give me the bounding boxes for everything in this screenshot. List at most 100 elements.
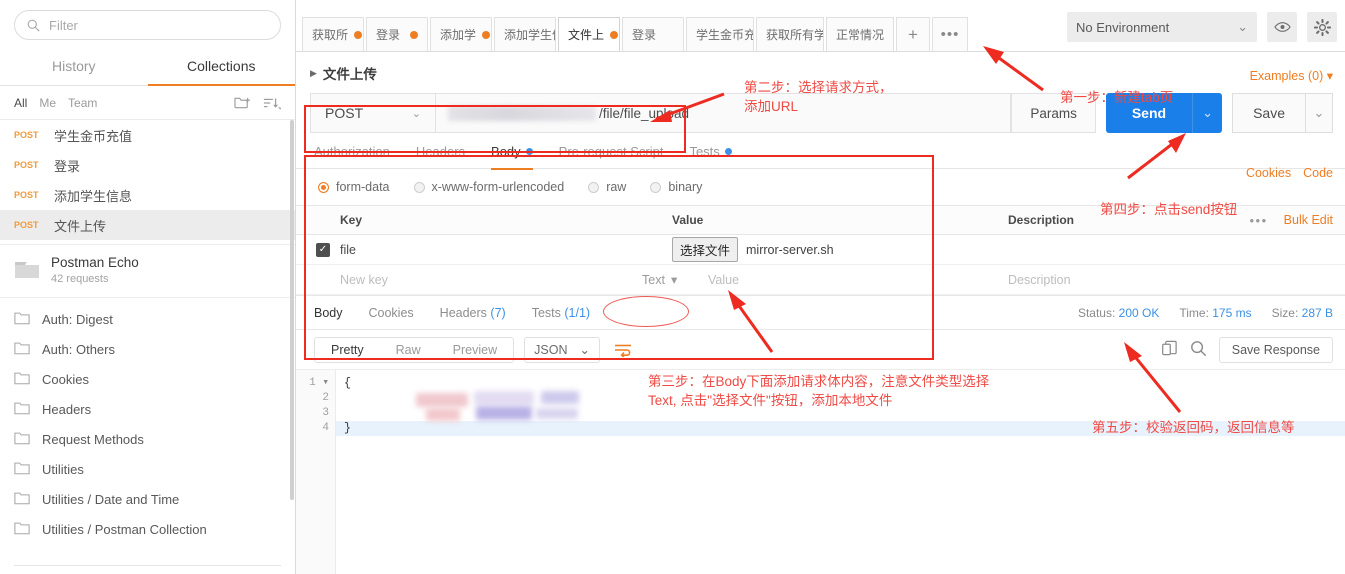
eye-icon[interactable]: [1267, 12, 1297, 42]
send-options-button[interactable]: ⌄: [1192, 93, 1223, 133]
chevron-down-icon: ▾: [1326, 69, 1333, 83]
request-name: 登录: [54, 158, 81, 174]
format-label: JSON: [534, 342, 568, 357]
list-item-selected[interactable]: POST 文件上传: [0, 210, 295, 240]
list-item[interactable]: POST 学生金币充值: [0, 120, 295, 150]
copy-icon[interactable]: [1161, 340, 1178, 360]
list-item[interactable]: Request Methods: [0, 424, 295, 454]
request-tab[interactable]: 学生金币充值: [686, 17, 754, 51]
list-item[interactable]: Auth: Others: [0, 334, 295, 364]
response-toolbar: Pretty Raw Preview JSON ⌄ Save Response: [296, 329, 1345, 369]
request-tab[interactable]: 正常情况: [826, 17, 894, 51]
request-tab[interactable]: 登录: [622, 17, 684, 51]
format-select[interactable]: JSON ⌄: [524, 336, 600, 363]
scope-team[interactable]: Team: [68, 96, 97, 110]
sort-icon[interactable]: [263, 96, 281, 110]
response-tab-tests[interactable]: Tests (1/1): [532, 306, 590, 320]
request-tab[interactable]: 添加学生信息: [494, 17, 556, 51]
search-input[interactable]: Filter: [14, 10, 281, 40]
save-options-button[interactable]: ⌄: [1305, 93, 1333, 133]
request-tab[interactable]: 添加学: [430, 17, 492, 51]
row-key[interactable]: file: [340, 243, 672, 257]
tab-pre-request-script[interactable]: Pre-request Script: [559, 144, 664, 170]
filter-container: Filter: [0, 0, 295, 49]
request-tab-label: 添加学生信息: [504, 28, 555, 42]
list-item[interactable]: Utilities: [0, 454, 295, 484]
tab-more-button[interactable]: •••: [932, 17, 968, 51]
view-mode-preview[interactable]: Preview: [436, 337, 514, 362]
send-button[interactable]: Send: [1105, 93, 1193, 133]
folder-label: Utilities / Date and Time: [42, 491, 180, 507]
chevron-down-icon: ▾: [670, 273, 678, 287]
radio-icon: [650, 181, 662, 193]
size-value: 287 B: [1301, 305, 1333, 320]
list-item[interactable]: POST 添加学生信息: [0, 180, 295, 210]
fold-caret-icon[interactable]: ▾: [322, 377, 329, 389]
save-button[interactable]: Save: [1232, 93, 1305, 133]
method-select[interactable]: POST ⌄: [310, 93, 435, 133]
response-code[interactable]: { }: [336, 370, 1345, 574]
tab-tests[interactable]: Tests: [689, 144, 732, 170]
tab-headers[interactable]: Headers: [416, 144, 465, 170]
environment-select[interactable]: No Environment ⌄: [1067, 12, 1257, 42]
radio-label: form-data: [336, 180, 390, 194]
list-item[interactable]: Headers: [0, 394, 295, 424]
code-link[interactable]: Code: [1303, 166, 1333, 180]
radio-x-www-form-urlencoded[interactable]: x-www-form-urlencoded: [413, 180, 564, 194]
scope-me[interactable]: Me: [39, 96, 56, 110]
radio-form-data[interactable]: form-data: [318, 180, 390, 194]
search-icon[interactable]: [1190, 340, 1207, 360]
collection-row[interactable]: Postman Echo 42 requests: [0, 244, 295, 298]
new-key-input[interactable]: New key: [340, 273, 672, 287]
request-method: POST: [14, 130, 39, 140]
response-tab-headers[interactable]: Headers (7): [440, 306, 506, 320]
request-tab-active[interactable]: 文件上: [558, 17, 620, 51]
response-tab-cookies[interactable]: Cookies: [369, 306, 414, 320]
value-type-select[interactable]: Text ▾: [642, 272, 678, 288]
save-response-button[interactable]: Save Response: [1218, 336, 1333, 363]
view-mode-raw[interactable]: Raw: [379, 337, 437, 362]
new-description-input[interactable]: Description: [1008, 273, 1345, 287]
sidebar-tab-collections[interactable]: Collections: [147, 49, 295, 86]
bulk-edit-button[interactable]: Bulk Edit: [1284, 213, 1333, 227]
table-row-new[interactable]: New key Text ▾ Value Description: [296, 265, 1345, 295]
cookies-link[interactable]: Cookies: [1246, 166, 1291, 180]
table-row[interactable]: ✓ file 选择文件 mirror-server.sh: [296, 235, 1345, 265]
search-icon: [27, 19, 40, 32]
new-description-placeholder: Description: [1008, 272, 1071, 287]
request-tab[interactable]: 获取所有学生: [756, 17, 824, 51]
params-button[interactable]: Params: [1011, 93, 1096, 133]
sidebar-scrollbar[interactable]: [290, 120, 294, 500]
word-wrap-icon[interactable]: [610, 337, 636, 363]
tab-body[interactable]: Body: [491, 144, 533, 170]
main-panel: 获取所 登录 添加学 添加学生信息 文件上 登录 学生金币充值: [296, 0, 1345, 574]
list-item[interactable]: POST 登录: [0, 150, 295, 180]
radio-raw[interactable]: raw: [588, 180, 626, 194]
folder-icon: [14, 259, 40, 283]
radio-binary[interactable]: binary: [650, 180, 702, 194]
row-checkbox[interactable]: ✓: [316, 242, 330, 257]
url-input[interactable]: /file/file_upload: [435, 93, 1012, 133]
new-tab-button[interactable]: +: [896, 17, 930, 51]
list-item[interactable]: Utilities / Date and Time: [0, 484, 295, 514]
request-tab[interactable]: 获取所: [302, 17, 364, 51]
list-item[interactable]: Utilities / Postman Collection: [0, 514, 295, 544]
scope-all[interactable]: All: [14, 96, 27, 110]
list-item[interactable]: Cookies: [0, 364, 295, 394]
examples-dropdown[interactable]: Examples (0) ▾: [1250, 68, 1333, 83]
form-data-table-header: Key Value Description ••• Bulk Edit: [296, 205, 1345, 235]
choose-file-button[interactable]: 选择文件: [672, 237, 739, 262]
view-mode-pretty[interactable]: Pretty: [315, 337, 380, 362]
response-tab-body[interactable]: Body: [314, 306, 343, 320]
chevron-right-icon[interactable]: ▶: [310, 68, 317, 79]
request-tab[interactable]: 登录: [366, 17, 428, 51]
tab-authorization[interactable]: Authorization: [314, 144, 390, 170]
gear-icon[interactable]: [1307, 12, 1337, 42]
table-more-button[interactable]: •••: [1250, 213, 1268, 228]
list-item[interactable]: Auth: Digest: [0, 304, 295, 334]
sidebar-tab-history[interactable]: History: [0, 49, 148, 86]
response-body-editor[interactable]: 1 ▾ 2 3 4 { }: [296, 369, 1345, 574]
new-folder-icon[interactable]: [234, 95, 251, 110]
collection-subtitle: 42 requests: [51, 273, 109, 285]
time-badge: Time: 175 ms: [1179, 306, 1251, 320]
